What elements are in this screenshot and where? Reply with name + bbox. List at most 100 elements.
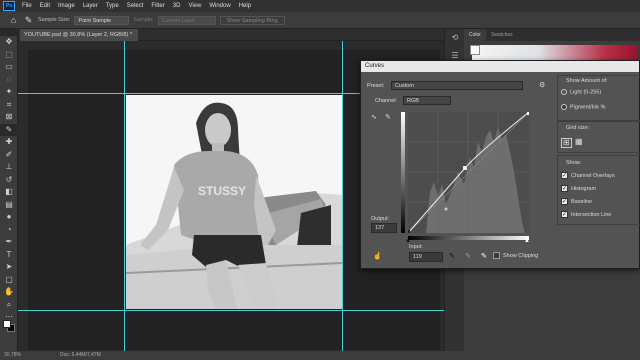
light-option[interactable]: Light (0-255) bbox=[561, 89, 601, 95]
menu-layer[interactable]: Layer bbox=[79, 3, 102, 9]
history-brush-icon[interactable]: ↺ bbox=[0, 174, 18, 187]
panel-foreground-swatch[interactable] bbox=[470, 45, 480, 55]
artboard-icon[interactable]: ⬚ bbox=[0, 49, 18, 62]
foreground-color-swatch[interactable] bbox=[3, 320, 11, 328]
menu-filter[interactable]: Filter bbox=[147, 3, 168, 9]
menu-select[interactable]: Select bbox=[123, 3, 148, 9]
intersection-line-checkbox[interactable]: ✓ bbox=[561, 211, 568, 218]
guide-horizontal[interactable] bbox=[18, 310, 444, 311]
target-adjust-icon[interactable]: ☝ bbox=[373, 252, 382, 260]
tab-swatches[interactable]: Swatches bbox=[486, 29, 518, 41]
channel-overlays-option[interactable]: ✓ Channel Overlays bbox=[561, 172, 615, 179]
black-eyedropper-icon[interactable]: ✎ bbox=[449, 252, 455, 260]
status-bar: 30,78% Doc: 6,44M/7,47M bbox=[0, 351, 640, 360]
simple-grid-icon[interactable]: ⊞ bbox=[561, 138, 572, 148]
input-field[interactable]: 119 bbox=[409, 252, 443, 262]
input-label: Input: bbox=[409, 244, 423, 250]
histogram-option[interactable]: ✓ Histogram bbox=[561, 185, 596, 192]
document-tab[interactable]: YOUTUBE.psd @ 30,8% (Layer 2, RGB/8) * × bbox=[20, 29, 138, 50]
show-sampling-ring-checkbox[interactable]: Show Sampling Ring bbox=[219, 15, 285, 25]
white-point-slider[interactable]: ▲ bbox=[524, 238, 530, 244]
curves-graph[interactable] bbox=[407, 111, 530, 234]
gradient-icon[interactable]: ▤ bbox=[0, 199, 18, 212]
document-tab-title: YOUTUBE.psd @ 30,8% (Layer 2, RGB/8) * bbox=[24, 32, 132, 38]
sample-size-select[interactable]: Point Sample bbox=[74, 15, 130, 25]
show-amount-label: Show Amount of: bbox=[566, 78, 608, 84]
pencil-draw-icon[interactable]: ✎ bbox=[385, 113, 391, 121]
output-field[interactable]: 137 bbox=[371, 223, 397, 233]
guide-vertical[interactable] bbox=[124, 41, 125, 351]
move-icon[interactable]: ✥ bbox=[0, 36, 18, 49]
eyedropper-icon[interactable]: ✎ bbox=[23, 15, 34, 26]
preset-label: Preset: bbox=[367, 83, 385, 89]
show-label: Show: bbox=[566, 160, 582, 166]
brush-icon[interactable]: ✐ bbox=[0, 149, 18, 162]
menu-file[interactable]: File bbox=[18, 3, 36, 9]
menu-3d[interactable]: 3D bbox=[169, 3, 185, 9]
detailed-grid-icon[interactable]: ▦ bbox=[575, 138, 583, 146]
blur-icon[interactable]: ● bbox=[0, 211, 18, 224]
eraser-icon[interactable]: ◧ bbox=[0, 186, 18, 199]
home-icon[interactable]: ⌂ bbox=[8, 15, 19, 26]
tab-color[interactable]: Color bbox=[464, 29, 486, 41]
output-gradient-bar bbox=[401, 112, 405, 233]
show-clipping-label: Show Clipping bbox=[503, 252, 539, 259]
intersection-line-label: Intersection Line bbox=[571, 211, 612, 218]
pen-icon[interactable]: ✒ bbox=[0, 236, 18, 249]
show-clipping-option[interactable]: Show Clipping bbox=[493, 252, 538, 259]
show-clipping-checkbox[interactable] bbox=[493, 252, 500, 259]
menu-help[interactable]: Help bbox=[235, 3, 255, 9]
dodge-icon[interactable]: ◔ bbox=[0, 224, 18, 237]
stamp-icon[interactable]: ⊥ bbox=[0, 161, 18, 174]
history-icon[interactable]: ⟲ bbox=[445, 29, 465, 47]
sample-label: Sample: bbox=[133, 17, 154, 23]
light-option-label: Light (0-255) bbox=[570, 89, 602, 96]
menu-edit[interactable]: Edit bbox=[36, 3, 54, 9]
eyedropper-icon[interactable]: ✎ bbox=[0, 123, 18, 136]
input-value: 119 bbox=[413, 254, 422, 260]
zoom-icon[interactable]: ⌕ bbox=[0, 299, 18, 312]
output-label: Output: bbox=[371, 216, 390, 222]
marquee-icon[interactable]: ▭ bbox=[0, 61, 18, 74]
channel-label: Channel: bbox=[375, 98, 398, 104]
healing-icon[interactable]: ✚ bbox=[0, 136, 18, 149]
tools-panel: ✥ ⬚ ▭ ◌ ✦ ⌗ ⊠ ✎ ✚ ✐ ⊥ ↺ ◧ ▤ ● ◔ ✒ T ➤ ▢ … bbox=[0, 36, 18, 352]
quick-select-icon[interactable]: ✦ bbox=[0, 86, 18, 99]
histogram-checkbox[interactable]: ✓ bbox=[561, 185, 568, 192]
curve-point-tool-icon[interactable]: ∿ bbox=[371, 113, 377, 121]
baseline-label: Baseline bbox=[571, 198, 593, 205]
menu-window[interactable]: Window bbox=[205, 3, 234, 9]
pigment-option[interactable]: Pigment/Ink % bbox=[561, 104, 605, 110]
baseline-checkbox[interactable]: ✓ bbox=[561, 198, 568, 205]
pigment-radio[interactable] bbox=[561, 104, 567, 110]
frame-icon[interactable]: ⊠ bbox=[0, 111, 18, 124]
baseline-option[interactable]: ✓ Baseline bbox=[561, 198, 592, 205]
menu-type[interactable]: Type bbox=[102, 3, 123, 9]
channel-value: RGB bbox=[407, 98, 419, 104]
channel-select[interactable]: RGB bbox=[403, 96, 451, 105]
color-panel-tabs: Color Swatches bbox=[464, 29, 640, 41]
menu-view[interactable]: View bbox=[184, 3, 205, 9]
crop-icon[interactable]: ⌗ bbox=[0, 99, 18, 112]
lasso-icon[interactable]: ◌ bbox=[0, 74, 18, 87]
white-eyedropper-icon[interactable]: ✎ bbox=[481, 252, 487, 260]
preset-options-icon[interactable]: ⚙ bbox=[539, 81, 545, 89]
intersection-line-option[interactable]: ✓ Intersection Line bbox=[561, 211, 611, 218]
menu-image[interactable]: Image bbox=[54, 3, 79, 9]
shape-icon[interactable]: ▢ bbox=[0, 274, 18, 287]
preset-select[interactable]: Custom bbox=[391, 81, 523, 90]
gray-eyedropper-icon[interactable]: ✎ bbox=[465, 252, 471, 260]
document-size: Doc: 6,44M/7,47M bbox=[60, 352, 101, 358]
zoom-level[interactable]: 30,78% bbox=[4, 351, 21, 360]
type-icon[interactable]: T bbox=[0, 249, 18, 262]
channel-overlays-label: Channel Overlays bbox=[571, 172, 615, 179]
guide-vertical[interactable] bbox=[342, 41, 343, 351]
sample-select[interactable]: Current Layer bbox=[157, 15, 216, 25]
path-select-icon[interactable]: ➤ bbox=[0, 261, 18, 274]
options-bar: ⌂ ✎ Sample Size: Point Sample Sample: Cu… bbox=[0, 12, 640, 29]
channel-overlays-checkbox[interactable]: ✓ bbox=[561, 172, 568, 179]
light-radio[interactable] bbox=[561, 89, 567, 95]
curves-dialog: Curves Preset: Custom ⚙ Channel: RGB ∿ ✎… bbox=[360, 60, 640, 269]
photo-layer[interactable]: STUSSY bbox=[126, 95, 342, 309]
hand-icon[interactable]: ✋ bbox=[0, 286, 18, 299]
